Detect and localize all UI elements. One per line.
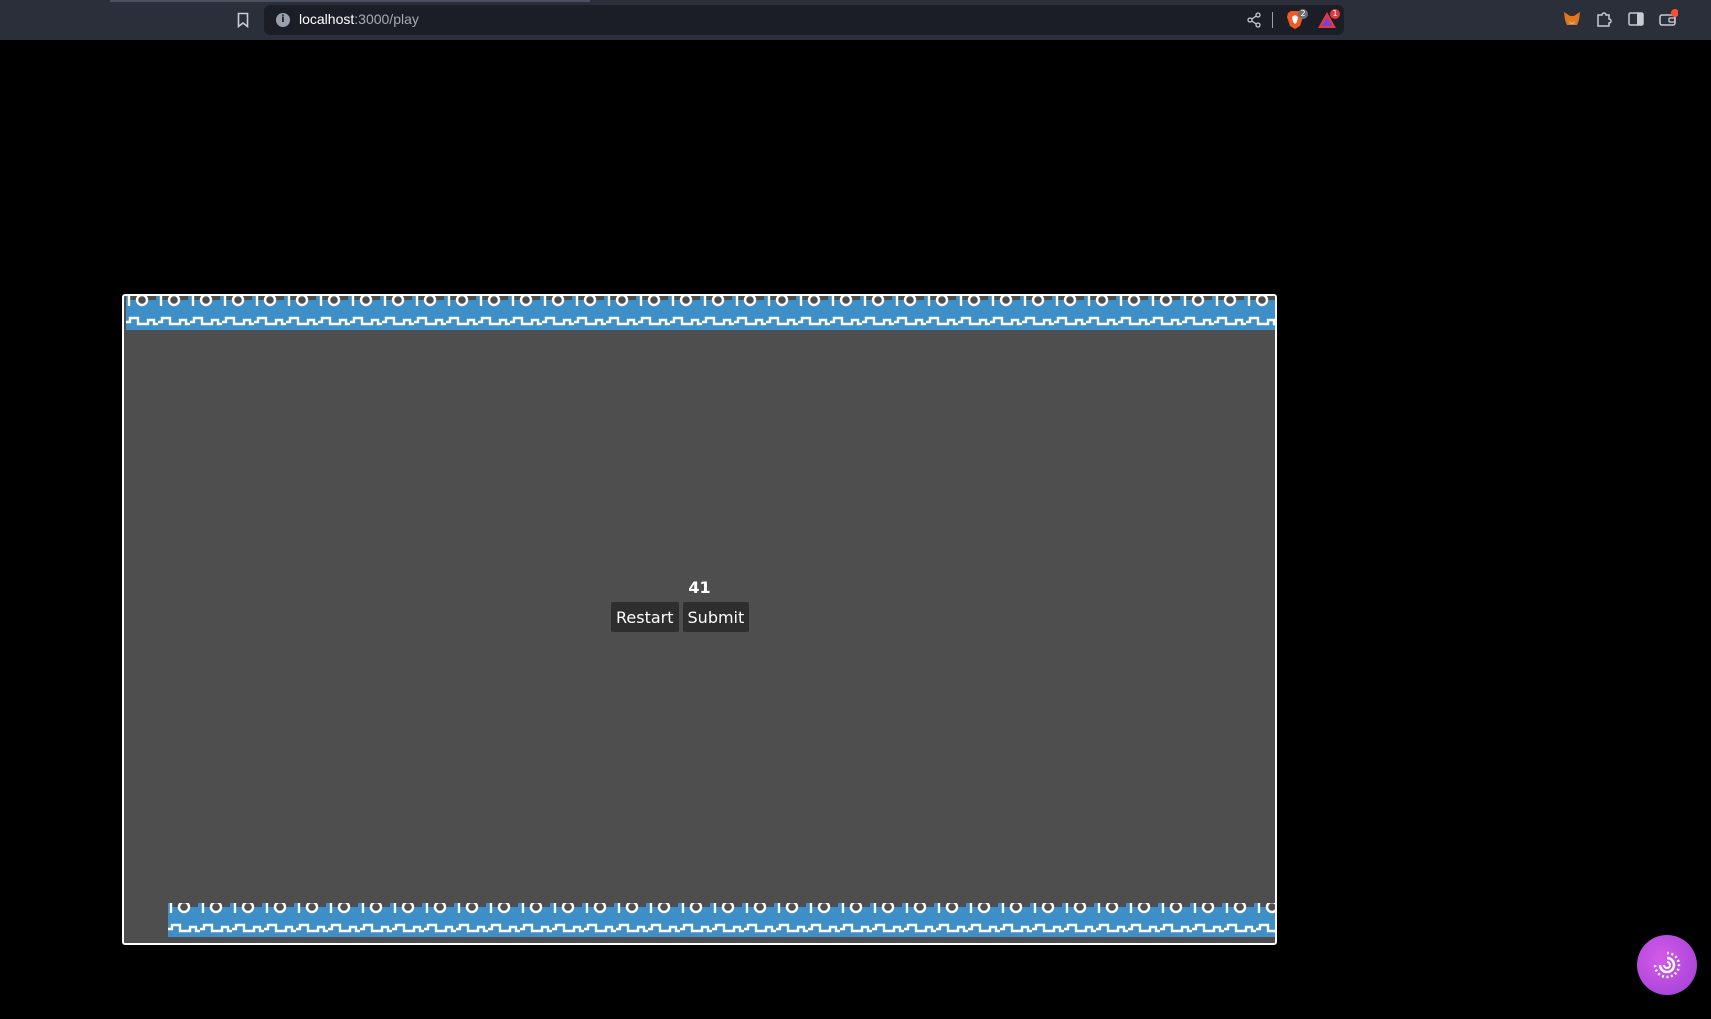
rewards-badge: 1 bbox=[1330, 9, 1340, 19]
shields-badge: 2 bbox=[1298, 9, 1308, 19]
submit-button[interactable]: Submit bbox=[682, 602, 750, 632]
metamask-fox-icon[interactable] bbox=[1562, 9, 1582, 29]
game-canvas[interactable]: 41 Restart Submit bbox=[122, 294, 1277, 945]
browser-toolbar: i localhost:3000/play 2 1 bbox=[0, 0, 1711, 40]
url-text[interactable]: localhost:3000/play bbox=[299, 11, 419, 27]
site-info-icon[interactable]: i bbox=[276, 13, 290, 27]
wallet-icon[interactable] bbox=[1658, 9, 1679, 29]
share-icon[interactable] bbox=[1246, 12, 1262, 28]
brave-shields-icon[interactable]: 2 bbox=[1284, 9, 1308, 31]
url-path: :3000/play bbox=[354, 11, 419, 27]
sidebar-toggle-icon[interactable] bbox=[1626, 9, 1646, 29]
restart-button[interactable]: Restart bbox=[611, 602, 679, 632]
score-display: 41 bbox=[688, 578, 711, 597]
url-divider bbox=[1272, 12, 1273, 28]
game-controls: Restart Submit bbox=[611, 602, 750, 632]
assistant-swirl-icon bbox=[1653, 951, 1681, 979]
address-bar[interactable]: i localhost:3000/play 2 1 bbox=[264, 5, 1344, 35]
brave-rewards-icon[interactable]: 1 bbox=[1316, 9, 1340, 31]
assistant-button[interactable] bbox=[1637, 935, 1697, 995]
top-wall-pattern bbox=[126, 296, 1275, 330]
bookmark-icon[interactable] bbox=[234, 10, 252, 30]
bottom-wall-strip bbox=[168, 903, 1275, 937]
top-wall-strip bbox=[126, 296, 1275, 330]
active-tab-indicator bbox=[110, 0, 590, 2]
bottom-wall-pattern bbox=[168, 903, 1275, 937]
extensions-puzzle-icon[interactable] bbox=[1594, 9, 1614, 29]
url-host: localhost bbox=[299, 11, 355, 27]
